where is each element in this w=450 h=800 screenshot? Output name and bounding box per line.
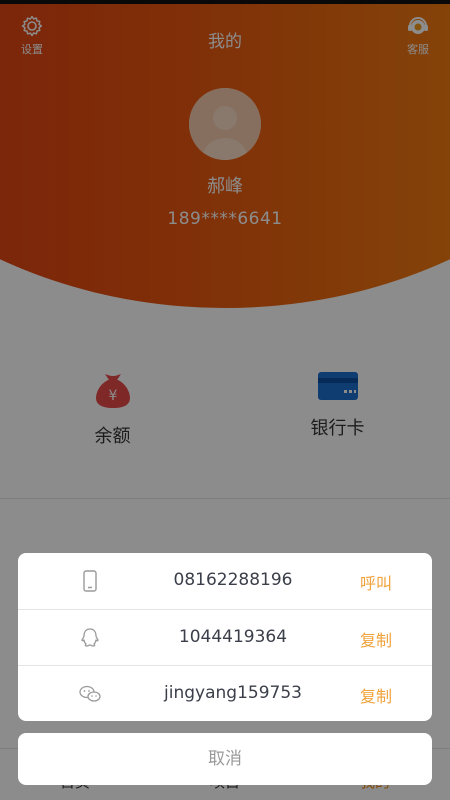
contact-row-qq[interactable]: 1044419364 复制 <box>18 609 432 665</box>
cancel-button[interactable]: 取消 <box>18 733 432 785</box>
wechat-icon <box>79 685 101 702</box>
contact-row-wechat[interactable]: jingyang159753 复制 <box>18 665 432 721</box>
phone-icon <box>83 570 97 592</box>
call-button[interactable]: 呼叫 <box>360 570 392 594</box>
contact-wechat-value: jingyang159753 <box>164 683 302 703</box>
contact-sheet: 08162288196 呼叫 1044419364 复制 jingyang159… <box>18 553 432 721</box>
contact-row-phone[interactable]: 08162288196 呼叫 <box>18 553 432 609</box>
contact-phone-value: 08162288196 <box>173 570 293 590</box>
contact-qq-value: 1044419364 <box>178 627 288 647</box>
qq-icon <box>81 628 99 647</box>
copy-qq-button[interactable]: 复制 <box>360 627 392 651</box>
copy-wechat-button[interactable]: 复制 <box>360 683 392 707</box>
